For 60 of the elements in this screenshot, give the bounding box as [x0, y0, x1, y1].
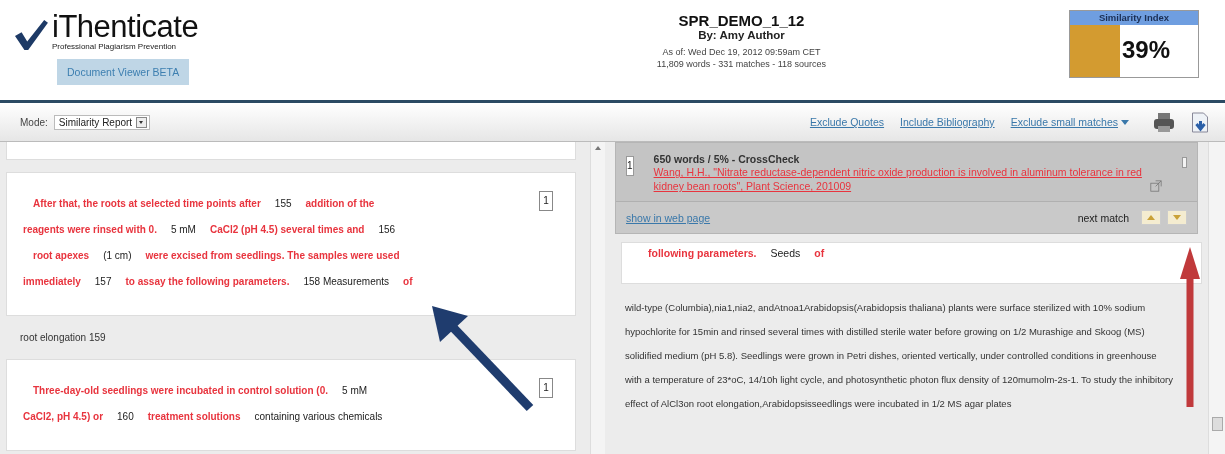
document-text: 5 mM: [342, 385, 368, 396]
previous-match-button[interactable]: [1141, 210, 1161, 225]
logo-tagline: Professional Plagiarism Prevention: [52, 42, 178, 51]
matched-text: of: [814, 247, 825, 259]
toolbar-link[interactable]: Include Bibliography: [900, 116, 995, 128]
show-in-web-page-link[interactable]: show in web page: [626, 211, 711, 224]
matched-text: root apexes: [33, 250, 90, 261]
match-number-badge: 1: [626, 156, 634, 176]
mode-label: Mode:: [20, 116, 48, 128]
matched-text: addition of the: [305, 198, 375, 209]
matched-text: were excised from seedlings. The samples were used: [145, 250, 400, 261]
similarity-percentage: 39%: [1121, 36, 1170, 64]
mode-dropdown[interactable]: Similarity Report: [53, 114, 151, 130]
checkmark-icon: [14, 19, 48, 51]
up-arrow-icon: [1147, 215, 1155, 220]
matched-text: After that, the roots at selected time points after: [33, 198, 261, 209]
scroll-thumb[interactable]: [1212, 417, 1223, 431]
document-text: 157: [94, 276, 112, 287]
matched-text: immediately: [23, 276, 81, 287]
document-date: As of: Wed Dec 19, 2012 09:59am CET: [662, 46, 821, 58]
document-text: (1 cm): [103, 250, 132, 261]
close-icon[interactable]: [1181, 157, 1187, 168]
document-text: root elongation 159: [19, 331, 107, 345]
scrollbar[interactable]: [590, 142, 605, 454]
print-icon[interactable]: [1153, 111, 1175, 133]
document-title: SPR_DEMO_1_12: [678, 12, 805, 29]
document-text: 158 Measurements: [303, 276, 390, 287]
document-text: containing various chemicals: [254, 411, 383, 422]
document-text: 5 mM: [170, 224, 196, 235]
matched-text: treatment solutions: [147, 411, 241, 422]
download-icon[interactable]: [1189, 111, 1211, 133]
matched-text: reagents were rinsed with 0.: [23, 224, 157, 235]
down-arrow-icon: [1173, 215, 1181, 220]
matched-text: CaCl2 (pH 4.5) several times and: [209, 224, 365, 235]
next-match-button[interactable]: [1167, 210, 1187, 225]
scroll-up-icon[interactable]: [595, 146, 601, 150]
document-text: 155: [274, 198, 292, 209]
match-number-badge[interactable]: 1: [539, 378, 553, 398]
document-text: 156: [378, 224, 396, 235]
match-summary: 650 words / 5% - CrossCheck: [653, 153, 801, 165]
source-link[interactable]: Wang, H.H., "Nitrate reductase-dependent nitric oxide production is involved in aluminum tolerance in red kidney bean roots", Plant Science, 201009: [653, 165, 1144, 193]
document-text: Seeds: [770, 247, 801, 259]
matched-text: to assay the following parameters.: [125, 276, 290, 287]
similarity-index-label: Similarity Index: [1070, 11, 1198, 25]
logo-wordmark: iThenticate: [52, 12, 199, 42]
external-link-icon[interactable]: [1149, 180, 1162, 192]
scrollbar[interactable]: [1208, 142, 1225, 454]
matched-text: following parameters.: [648, 247, 757, 259]
document-viewer-button[interactable]: Document Viewer BETA: [57, 59, 190, 85]
matched-text: of: [403, 276, 413, 287]
matched-text: CaCl2, pH 4.5) or: [23, 411, 104, 422]
document-author: By: Amy Author: [698, 29, 785, 41]
match-number-badge[interactable]: 1: [539, 191, 553, 211]
source-paragraph: wild-type (Columbia),nia1,nia2, andAtnoa1Arabidopsis(Arabidopsis thaliana) plants were surface sterilized with 10% sodium hypochlorite for 15min and rinsed several times with distilled sterile water before growing on 1/2 Murashige and Skoog (MS) solidified medium (pH 5.8). Seedlings were grown in Petri dishes, oriented vertically, under controlled conditions in greenhouse with a temperature of 23*oC, 14/10h light cycle, and photosynthetic photon flux density of 120mumolm-2s-1. To study the inhibitory effect of AlCl3on root elongation,Arabidopsisseedlings were incubated in 1/2 MS agar plates: [625, 301, 1174, 411]
next-match-label: next match: [1077, 211, 1129, 224]
toolbar-link[interactable]: Exclude small matches: [1010, 116, 1129, 128]
document-text: 160: [117, 411, 134, 422]
document-stats: 11,809 words - 331 matches - 118 sources: [656, 58, 827, 70]
matched-text: Three-day-old seedlings were incubated in control solution (0.: [33, 385, 329, 396]
toolbar-link[interactable]: Exclude Quotes: [809, 116, 885, 128]
